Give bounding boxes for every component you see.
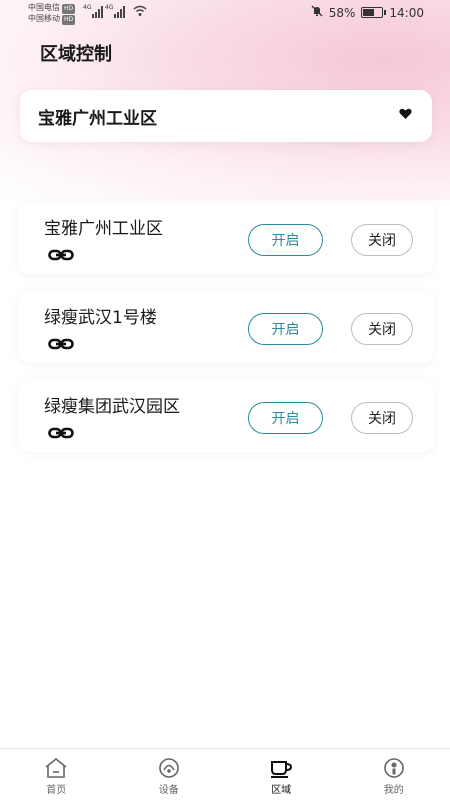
mute-bell-icon bbox=[311, 5, 323, 20]
close-button[interactable]: 关闭 bbox=[351, 402, 413, 434]
user-icon bbox=[383, 758, 404, 778]
carrier-1: 中国电信 bbox=[28, 3, 60, 12]
tab-label: 我的 bbox=[383, 785, 404, 796]
zone-list: 宝雅广州工业区 开启 关闭 绿瘦武汉1号楼 开启 关闭 绿瘦集团武汉园区 开启 … bbox=[18, 202, 434, 469]
tab-home[interactable]: 首页 bbox=[0, 749, 113, 800]
tab-device[interactable]: 设备 bbox=[113, 749, 226, 800]
page-title: 区域控制 bbox=[40, 44, 112, 65]
device-icon bbox=[158, 758, 179, 778]
zone-name: 绿瘦集团武汉园区 bbox=[44, 397, 180, 417]
open-button[interactable]: 开启 bbox=[248, 313, 323, 345]
tab-label: 设备 bbox=[158, 785, 179, 796]
tab-label: 区域 bbox=[271, 785, 292, 796]
link-icon[interactable] bbox=[48, 426, 74, 440]
bottom-tab-bar: 首页 设备 区域 我的 bbox=[0, 748, 450, 800]
network-type-2: 4G bbox=[105, 4, 114, 11]
tab-zone[interactable]: 区域 bbox=[225, 749, 338, 800]
link-icon[interactable] bbox=[48, 248, 74, 262]
carrier-info: 中国电信 HD 中国移动 HD bbox=[28, 3, 76, 25]
battery-percent: 58% bbox=[328, 5, 356, 20]
heart-icon bbox=[399, 108, 412, 124]
signal-icon bbox=[92, 6, 103, 18]
selected-zone-label: 宝雅广州工业区 bbox=[38, 108, 157, 129]
zone-name: 绿瘦武汉1号楼 bbox=[44, 308, 157, 328]
status-right: 58% 14:00 bbox=[311, 5, 424, 20]
clock: 14:00 bbox=[389, 5, 424, 20]
carrier-2: 中国移动 bbox=[28, 14, 60, 23]
network-type-1: 4G bbox=[83, 4, 92, 11]
close-button[interactable]: 关闭 bbox=[351, 224, 413, 256]
hd-badge: HD bbox=[62, 4, 76, 14]
cup-icon bbox=[271, 761, 293, 778]
close-button[interactable]: 关闭 bbox=[351, 313, 413, 345]
zone-name: 宝雅广州工业区 bbox=[44, 219, 163, 239]
status-bar: 中国电信 HD 中国移动 HD 4G 4G 58% 14:00 bbox=[0, 0, 450, 26]
hd-badge: HD bbox=[62, 15, 76, 25]
zone-card: 绿瘦武汉1号楼 开启 关闭 bbox=[18, 291, 434, 363]
tab-mine[interactable]: 我的 bbox=[338, 749, 450, 800]
wifi-icon bbox=[133, 5, 147, 20]
signal-icon bbox=[114, 6, 125, 18]
link-icon[interactable] bbox=[48, 337, 74, 351]
open-button[interactable]: 开启 bbox=[248, 224, 323, 256]
tab-label: 首页 bbox=[46, 785, 67, 796]
zone-card: 宝雅广州工业区 开启 关闭 bbox=[18, 202, 434, 274]
battery-icon bbox=[361, 7, 387, 18]
zone-selector-dropdown[interactable]: 宝雅广州工业区 bbox=[20, 90, 432, 142]
home-icon bbox=[45, 757, 67, 778]
zone-card: 绿瘦集团武汉园区 开启 关闭 bbox=[18, 380, 434, 452]
open-button[interactable]: 开启 bbox=[248, 402, 323, 434]
